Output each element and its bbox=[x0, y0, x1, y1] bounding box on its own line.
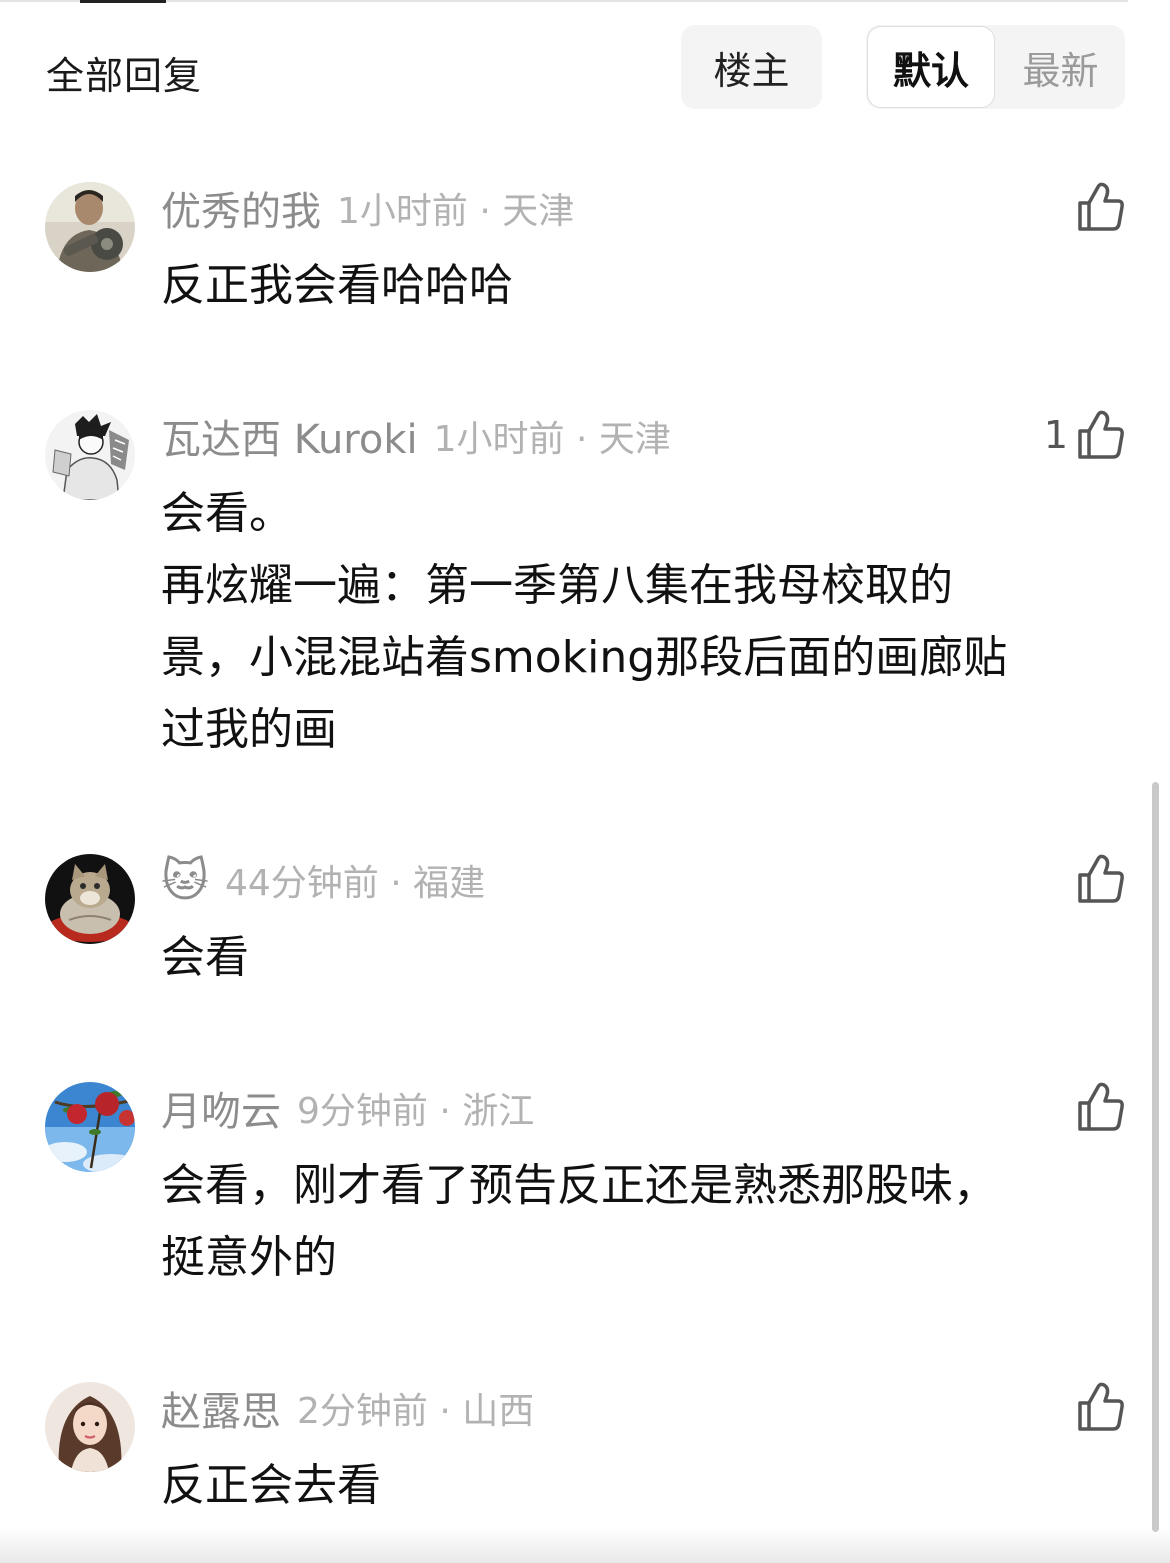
thumbs-up-icon bbox=[1078, 410, 1124, 459]
comment-line: 再炫耀一遍：第一季第八集在我母校取的 bbox=[161, 560, 953, 611]
comment-line: 反正我会看哈哈哈 bbox=[161, 260, 513, 311]
op-only-filter-button[interactable]: 楼主 bbox=[681, 25, 822, 109]
comment-meta: 🐱 44分钟前 · 福建 bbox=[161, 855, 485, 905]
username[interactable]: 瓦达西 Kuroki bbox=[161, 407, 418, 465]
comment-text: 会看。 再炫耀一遍：第一季第八集在我母校取的 景，小混混站着smoking那段后… bbox=[161, 478, 1101, 766]
comment-meta: 赵露思 2分钟前 · 山西 bbox=[161, 1383, 535, 1435]
time-location: 1小时前 · 天津 bbox=[433, 419, 671, 460]
comment-item: 优秀的我 1小时前 · 天津 反正我会看哈哈哈 bbox=[0, 180, 1170, 320]
sort-newest-button[interactable]: 最新 bbox=[996, 25, 1125, 109]
comment-meta: 月吻云 9分钟前 · 浙江 bbox=[161, 1083, 535, 1135]
comment-text: 会看 bbox=[161, 922, 1101, 994]
comment-item: 月吻云 9分钟前 · 浙江 会看，刚才看了预告反正还是熟悉那股味， 挺意外的 bbox=[0, 1080, 1170, 1300]
like-button[interactable] bbox=[1076, 180, 1126, 234]
top-divider bbox=[0, 0, 1128, 2]
thumbs-up-icon bbox=[1078, 854, 1124, 903]
avatar[interactable] bbox=[45, 410, 135, 500]
scrollbar[interactable] bbox=[1152, 782, 1159, 1532]
username[interactable]: 月吻云 bbox=[161, 1079, 281, 1137]
comment-item: 瓦达西 Kuroki 1小时前 · 天津 会看。 再炫耀一遍：第一季第八集在我母… bbox=[0, 408, 1170, 768]
avatar[interactable] bbox=[45, 182, 135, 272]
like-count: 1 bbox=[1043, 413, 1068, 457]
replies-header: 全部回复 楼主 默认 最新 bbox=[0, 25, 1170, 110]
username[interactable]: 优秀的我 bbox=[161, 179, 321, 237]
like-button[interactable] bbox=[1076, 852, 1126, 906]
sort-toggle: 默认 最新 bbox=[866, 25, 1125, 109]
comment-meta: 优秀的我 1小时前 · 天津 bbox=[161, 183, 575, 235]
reply-page: 全部回复 楼主 默认 最新 优秀的我 1小时前 · 天津 反正我会看哈哈哈 瓦达… bbox=[0, 0, 1170, 1563]
comment-item: 赵露思 2分钟前 · 山西 反正会去看 bbox=[0, 1380, 1170, 1520]
time-location: 2分钟前 · 山西 bbox=[297, 1391, 535, 1432]
thumbs-up-icon bbox=[1078, 1382, 1124, 1431]
avatar[interactable] bbox=[45, 1082, 135, 1172]
tab-indicator bbox=[80, 0, 166, 3]
thumbs-up-icon bbox=[1078, 1082, 1124, 1131]
bottom-fade bbox=[0, 1528, 1170, 1563]
thumbs-up-icon bbox=[1078, 182, 1124, 231]
like-button[interactable] bbox=[1076, 1080, 1126, 1134]
comment-line: 过我的画 bbox=[161, 704, 337, 755]
comment-line: 反正会去看 bbox=[161, 1460, 381, 1511]
like-button[interactable] bbox=[1076, 1380, 1126, 1434]
comment-line: 挺意外的 bbox=[161, 1232, 337, 1283]
sort-default-button[interactable]: 默认 bbox=[867, 26, 995, 108]
comment-line: 景，小混混站着smoking那段后面的画廊贴 bbox=[161, 632, 1008, 683]
avatar[interactable] bbox=[45, 854, 135, 944]
time-location: 1小时前 · 天津 bbox=[337, 191, 575, 232]
comment-text: 反正会去看 bbox=[161, 1450, 1101, 1522]
time-location: 9分钟前 · 浙江 bbox=[297, 1091, 535, 1132]
comment-line: 会看。 bbox=[161, 488, 293, 539]
comment-text: 反正我会看哈哈哈 bbox=[161, 250, 1101, 322]
comment-item: 🐱 44分钟前 · 福建 会看 bbox=[0, 852, 1170, 992]
comment-text: 会看，刚才看了预告反正还是熟悉那股味， 挺意外的 bbox=[161, 1150, 1101, 1294]
username[interactable]: 赵露思 bbox=[161, 1379, 281, 1437]
avatar[interactable] bbox=[45, 1382, 135, 1472]
time-location: 44分钟前 · 福建 bbox=[224, 863, 486, 904]
username[interactable]: 🐱 bbox=[161, 857, 209, 903]
all-replies-title: 全部回复 bbox=[46, 54, 203, 98]
comment-line: 会看，刚才看了预告反正还是熟悉那股味， bbox=[161, 1160, 997, 1211]
comment-line: 会看 bbox=[161, 932, 249, 983]
like-button[interactable]: 1 bbox=[1044, 408, 1126, 462]
comment-meta: 瓦达西 Kuroki 1小时前 · 天津 bbox=[161, 411, 671, 463]
